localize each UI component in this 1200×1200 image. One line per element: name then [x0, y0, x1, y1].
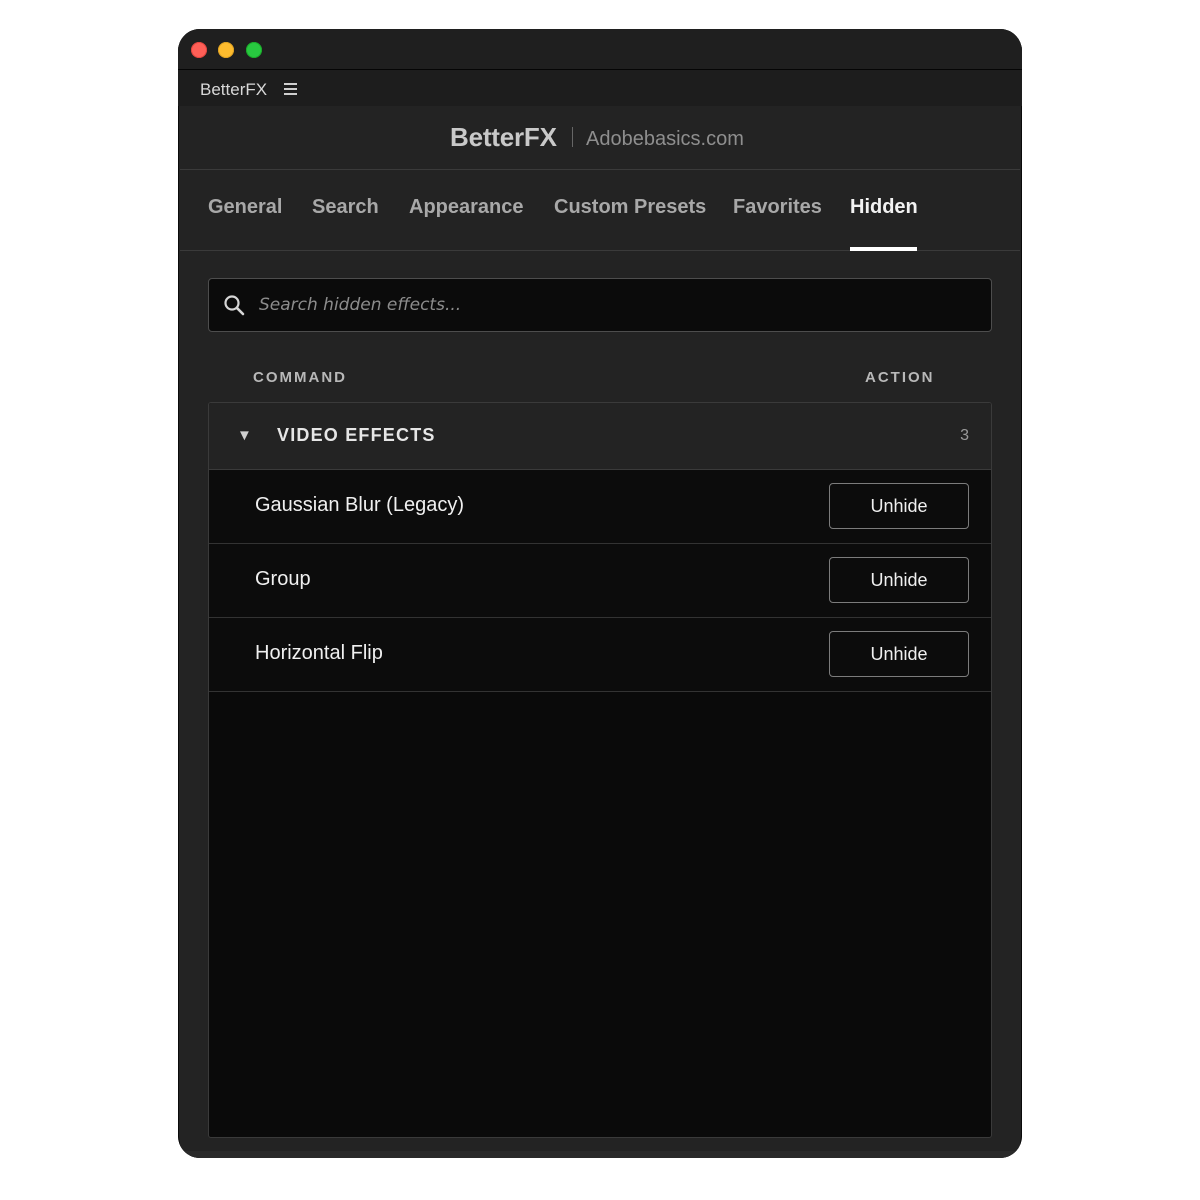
panel-header: BetterFX — [178, 70, 1022, 106]
list-item: Gaussian Blur (Legacy) Unhide — [209, 470, 991, 544]
window-bottom-edge — [178, 1151, 1022, 1158]
search-icon — [224, 295, 245, 316]
tab-hidden[interactable]: Hidden — [850, 196, 918, 219]
brand-header: BetterFX Adobebasics.com — [180, 106, 1020, 170]
brand-divider — [572, 127, 573, 147]
tab-favorites[interactable]: Favorites — [733, 196, 822, 219]
triangle-down-icon[interactable]: ▼ — [237, 427, 252, 444]
effect-name: Group — [255, 568, 311, 590]
close-window-button[interactable] — [191, 42, 207, 58]
tab-custom-presets[interactable]: Custom Presets — [554, 196, 706, 219]
list-item: Group Unhide — [209, 544, 991, 618]
panel-name: BetterFX — [200, 80, 268, 99]
tab-appearance[interactable]: Appearance — [409, 196, 524, 219]
active-tab-indicator — [850, 247, 917, 251]
search-input[interactable] — [259, 279, 979, 331]
group-header-video-effects[interactable]: ▼ VIDEO EFFECTS 3 — [209, 403, 991, 470]
panel-content: BetterFX Adobebasics.com General Search … — [180, 106, 1020, 1158]
zoom-window-button[interactable] — [246, 42, 262, 58]
tab-search[interactable]: Search — [312, 196, 379, 219]
unhide-button[interactable]: Unhide — [829, 631, 969, 677]
minimize-window-button[interactable] — [218, 42, 234, 58]
brand-title: BetterFX — [450, 122, 557, 152]
hidden-effects-list: ▼ VIDEO EFFECTS 3 Gaussian Blur (Legacy)… — [208, 402, 992, 1138]
effect-name: Gaussian Blur (Legacy) — [255, 494, 464, 516]
tab-general[interactable]: General — [208, 196, 282, 219]
list-item: Horizontal Flip Unhide — [209, 618, 991, 692]
group-count: 3 — [960, 427, 969, 444]
tab-bar: General Search Appearance Custom Presets… — [180, 170, 1020, 251]
effect-name: Horizontal Flip — [255, 642, 383, 664]
brand-site: Adobebasics.com — [586, 128, 744, 150]
hamburger-menu-icon[interactable] — [284, 83, 297, 95]
column-header-command: COMMAND — [253, 369, 347, 386]
group-title: VIDEO EFFECTS — [277, 425, 436, 445]
app-window: BetterFX BetterFX Adobebasics.com Genera… — [178, 29, 1022, 1158]
column-header-action: ACTION — [865, 369, 935, 386]
search-box — [208, 278, 992, 332]
unhide-button[interactable]: Unhide — [829, 483, 969, 529]
unhide-button[interactable]: Unhide — [829, 557, 969, 603]
window-titlebar — [178, 29, 1022, 70]
